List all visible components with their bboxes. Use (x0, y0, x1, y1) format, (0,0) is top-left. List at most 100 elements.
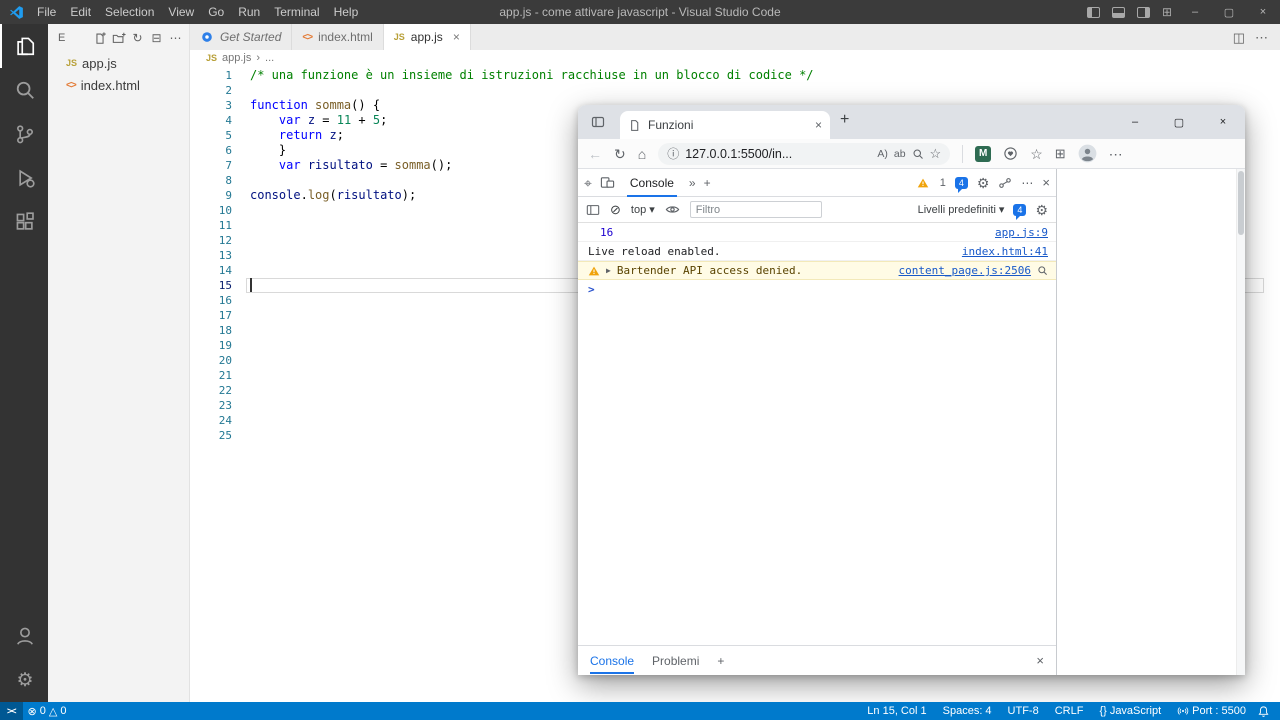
breadcrumb-file[interactable]: app.js (222, 52, 251, 64)
accounts-button[interactable] (0, 614, 48, 658)
collapse-folders-icon[interactable]: ⊟ (147, 28, 166, 48)
favorite-star-icon[interactable]: ☆ (930, 146, 942, 162)
extension-m-icon[interactable]: M (975, 146, 991, 162)
devtools-close-icon[interactable]: × (1042, 176, 1050, 189)
file-item-indexhtml[interactable]: <> index.html (48, 74, 189, 96)
window-close-button[interactable]: × (1246, 0, 1280, 24)
menu-run[interactable]: Run (231, 0, 267, 24)
activity-extensions[interactable] (0, 200, 48, 244)
devtools-connection-icon[interactable] (998, 176, 1012, 190)
zoom-icon[interactable] (912, 148, 924, 160)
breadcrumb-more[interactable]: ... (265, 52, 274, 64)
drawer-tab-problemi[interactable]: Problemi (652, 646, 699, 676)
menu-file[interactable]: File (30, 0, 63, 24)
drawer-tab-console[interactable]: Console (590, 646, 634, 676)
log-levels-selector[interactable]: Livelli predefiniti ▾ (918, 203, 1005, 216)
drawer-close-icon[interactable]: × (1036, 654, 1044, 667)
expand-icon[interactable]: ▶ (606, 266, 611, 275)
clear-console-icon[interactable]: ⊘ (610, 203, 621, 216)
levels-count-badge[interactable]: 4 (1013, 204, 1026, 216)
live-expression-eye-icon[interactable] (665, 202, 680, 217)
tab-actions-icon[interactable] (590, 114, 606, 130)
site-info-icon[interactable]: ⓘ (667, 148, 679, 160)
live-server-port[interactable]: Port : 5500 (1172, 705, 1251, 717)
more-actions-icon[interactable]: ⋯ (166, 28, 185, 48)
eol-sequence[interactable]: CRLF (1050, 705, 1089, 717)
browser-minimize-button[interactable]: – (1113, 105, 1157, 139)
console-source-link[interactable]: app.js:9 (995, 226, 1048, 239)
inspect-element-icon[interactable]: ⌖ (584, 176, 592, 190)
message-count-badge[interactable]: 4 (955, 177, 968, 189)
console-prompt[interactable]: > (578, 280, 1056, 299)
console-settings-icon[interactable]: ⚙ (1035, 203, 1048, 217)
menu-selection[interactable]: Selection (98, 0, 161, 24)
customize-layout-icon[interactable]: ⊞ (1162, 5, 1172, 19)
cursor-position[interactable]: Ln 15, Col 1 (862, 705, 931, 717)
console-sidebar-icon[interactable] (586, 203, 600, 217)
console-source-link[interactable]: index.html:41 (962, 245, 1048, 258)
settings-button[interactable]: ⚙ (0, 658, 48, 702)
refresh-explorer-icon[interactable]: ↻ (128, 28, 147, 48)
profile-avatar[interactable] (1078, 144, 1097, 163)
file-item-appjs[interactable]: JS app.js (48, 52, 189, 74)
language-mode[interactable]: {} JavaScript (1094, 705, 1166, 717)
device-toolbar-icon[interactable] (600, 175, 615, 190)
close-tab-icon[interactable]: × (815, 118, 822, 132)
translate-icon[interactable]: ab (894, 148, 906, 160)
back-icon[interactable]: ← (588, 147, 602, 161)
toggle-sidebar-icon[interactable] (1087, 7, 1100, 18)
page-scrollbar[interactable] (1236, 169, 1245, 675)
toggle-secondary-sidebar-icon[interactable] (1137, 7, 1150, 18)
collections-icon[interactable]: ⊞ (1055, 147, 1066, 160)
encoding[interactable]: UTF-8 (1003, 705, 1044, 717)
menu-terminal[interactable]: Terminal (267, 0, 326, 24)
menu-edit[interactable]: Edit (63, 0, 98, 24)
new-tab-icon[interactable]: + (840, 112, 849, 128)
filter-input[interactable] (690, 201, 822, 218)
tab-app-js[interactable]: JS app.js × (384, 24, 471, 50)
toggle-panel-icon[interactable] (1112, 7, 1125, 18)
menu-go[interactable]: Go (201, 0, 231, 24)
notifications-bell-icon[interactable] (1257, 705, 1270, 718)
add-tab-icon[interactable]: + (704, 177, 711, 189)
url-text[interactable]: 127.0.0.1:5500/in... (685, 147, 871, 161)
address-bar[interactable]: ⓘ 127.0.0.1:5500/in... A) ab ☆ (658, 143, 950, 165)
context-selector[interactable]: top ▾ (631, 203, 655, 216)
close-tab-icon[interactable]: × (453, 30, 460, 44)
remote-indicator[interactable]: >< (0, 702, 23, 720)
browser-essentials-icon[interactable] (1003, 146, 1018, 161)
devtools-settings-icon[interactable]: ⚙ (977, 176, 990, 190)
more-tabs-icon[interactable]: » (689, 177, 696, 189)
drawer-add-icon[interactable]: + (717, 655, 724, 667)
devtools-menu-icon[interactable]: ⋯ (1021, 177, 1033, 189)
window-minimize-button[interactable]: – (1178, 0, 1212, 24)
editor-more-actions-icon[interactable]: ⋯ (1255, 31, 1268, 44)
devtools-tab-console[interactable]: Console (623, 169, 681, 197)
search-source-icon[interactable] (1037, 265, 1048, 276)
activity-search[interactable] (0, 68, 48, 112)
web-page-content[interactable] (1058, 169, 1245, 675)
browser-menu-icon[interactable]: ⋯ (1109, 147, 1123, 161)
new-file-icon[interactable] (90, 28, 109, 48)
read-aloud-icon[interactable]: A) (877, 148, 888, 160)
activity-source-control[interactable] (0, 112, 48, 156)
new-folder-icon[interactable] (109, 28, 128, 48)
favorites-bar-icon[interactable]: ☆ (1030, 147, 1043, 161)
tab-index-html[interactable]: <> index.html (292, 24, 383, 50)
tab-get-started[interactable]: Get Started (190, 24, 292, 50)
activity-explorer[interactable] (0, 24, 48, 68)
scrollbar-thumb[interactable] (1238, 171, 1244, 235)
browser-maximize-button[interactable]: ▢ (1157, 105, 1201, 139)
activity-run-debug[interactable] (0, 156, 48, 200)
home-icon[interactable]: ⌂ (638, 147, 646, 161)
breadcrumb[interactable]: JS app.js › ... (190, 50, 1280, 66)
console-source-link[interactable]: content_page.js:2506 (899, 264, 1031, 277)
split-editor-icon[interactable]: ◫ (1233, 31, 1245, 44)
menu-help[interactable]: Help (327, 0, 366, 24)
indentation[interactable]: Spaces: 4 (938, 705, 997, 717)
window-maximize-button[interactable]: ▢ (1212, 0, 1246, 24)
warning-badge-icon[interactable] (917, 177, 929, 189)
browser-tab-funzioni[interactable]: Funzioni × (620, 111, 830, 139)
refresh-icon[interactable]: ↻ (614, 147, 626, 161)
menu-view[interactable]: View (161, 0, 201, 24)
